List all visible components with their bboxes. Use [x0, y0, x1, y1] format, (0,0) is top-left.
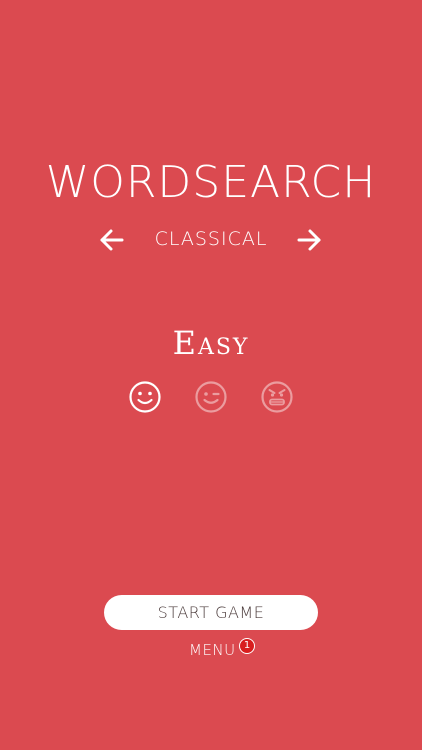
difficulty-label: Easy — [172, 324, 250, 362]
difficulty-medium-button[interactable] — [194, 380, 228, 414]
game-title: WORDSEARCH — [45, 157, 377, 208]
mode-label: CLASSICAL — [154, 228, 268, 250]
home-screen: WORDSEARCH CLASSICAL Easy START GAME MEN… — [0, 0, 422, 750]
menu-button[interactable]: MENU — [189, 641, 236, 659]
arrow-right-icon — [297, 229, 321, 251]
next-mode-button[interactable] — [295, 226, 323, 254]
difficulty-selector — [0, 380, 422, 416]
angry-face-icon — [261, 381, 293, 413]
notification-badge: 1 — [239, 638, 255, 654]
difficulty-easy-button[interactable] — [128, 380, 162, 414]
difficulty-hard-button[interactable] — [260, 380, 294, 414]
winking-face-icon — [195, 381, 227, 413]
smiley-face-icon — [129, 381, 161, 413]
start-game-button[interactable]: START GAME — [104, 595, 318, 630]
mode-selector: CLASSICAL — [0, 224, 422, 256]
